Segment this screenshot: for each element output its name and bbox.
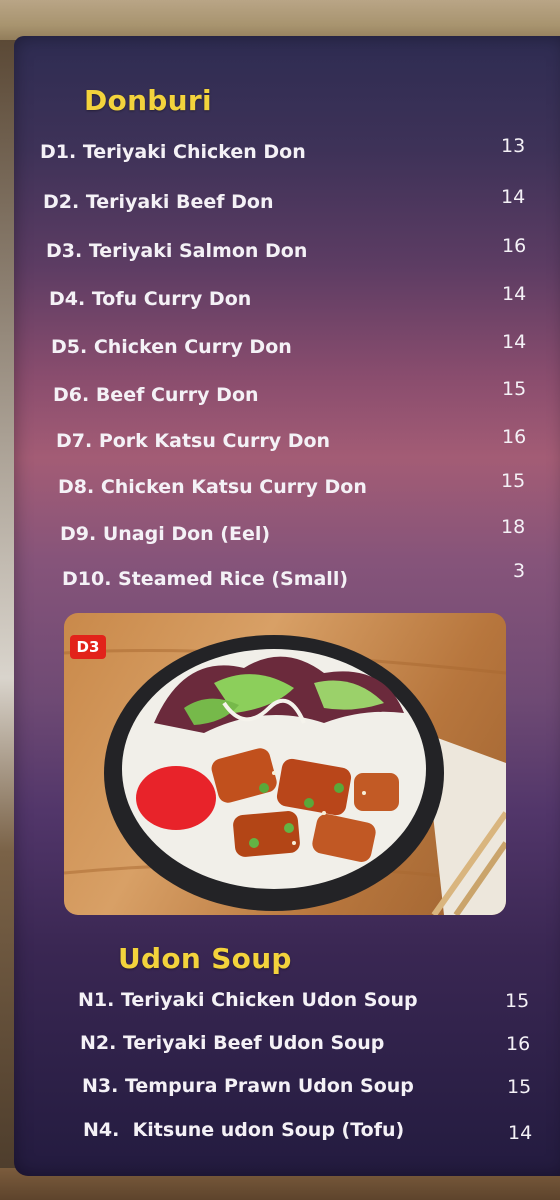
item-price: 16 (502, 426, 527, 448)
item-name: N2. Teriyaki Beef Udon Soup (80, 1032, 385, 1054)
photo-label-badge: D3 (70, 635, 106, 659)
item-price: 14 (501, 186, 526, 208)
item-name: N3. Tempura Prawn Udon Soup (82, 1075, 414, 1097)
item-name: D3. Teriyaki Salmon Don (46, 240, 308, 262)
item-price: 16 (502, 235, 527, 257)
item-price: 15 (502, 378, 527, 400)
item-name: D10. Steamed Rice (Small) (62, 568, 349, 590)
salmon-bowl-illustration (64, 635, 506, 915)
item-name: N1. Teriyaki Chicken Udon Soup (78, 989, 418, 1011)
item-name: D9. Unagi Don (Eel) (60, 523, 271, 545)
item-price: 15 (505, 990, 530, 1012)
item-name: D5. Chicken Curry Don (51, 336, 292, 358)
udon-soup-title: Udon Soup (118, 942, 292, 975)
item-name: D7. Pork Katsu Curry Don (56, 430, 331, 452)
item-price: 15 (501, 470, 526, 492)
item-price: 13 (501, 135, 526, 157)
donburi-title: Donburi (84, 84, 212, 117)
item-name: D6. Beef Curry Don (53, 384, 259, 406)
item-name: N4. Kitsune udon Soup (Tofu) (83, 1119, 405, 1141)
item-name: D2. Teriyaki Beef Don (43, 191, 274, 213)
item-price: 14 (508, 1122, 533, 1144)
item-price: 3 (513, 560, 526, 582)
teriyaki-salmon-don-photo: D3 (64, 613, 506, 915)
item-name: D4. Tofu Curry Don (49, 288, 252, 310)
menu-card: Donburi D1. Teriyaki Chicken Don 13 D2. … (14, 36, 560, 1176)
item-price: 14 (502, 331, 527, 353)
item-price: 16 (506, 1033, 531, 1055)
item-name: D1. Teriyaki Chicken Don (40, 141, 306, 163)
item-price: 18 (501, 516, 526, 538)
item-price: 14 (502, 283, 527, 305)
item-name: D8. Chicken Katsu Curry Don (58, 476, 367, 498)
item-price: 15 (507, 1076, 532, 1098)
